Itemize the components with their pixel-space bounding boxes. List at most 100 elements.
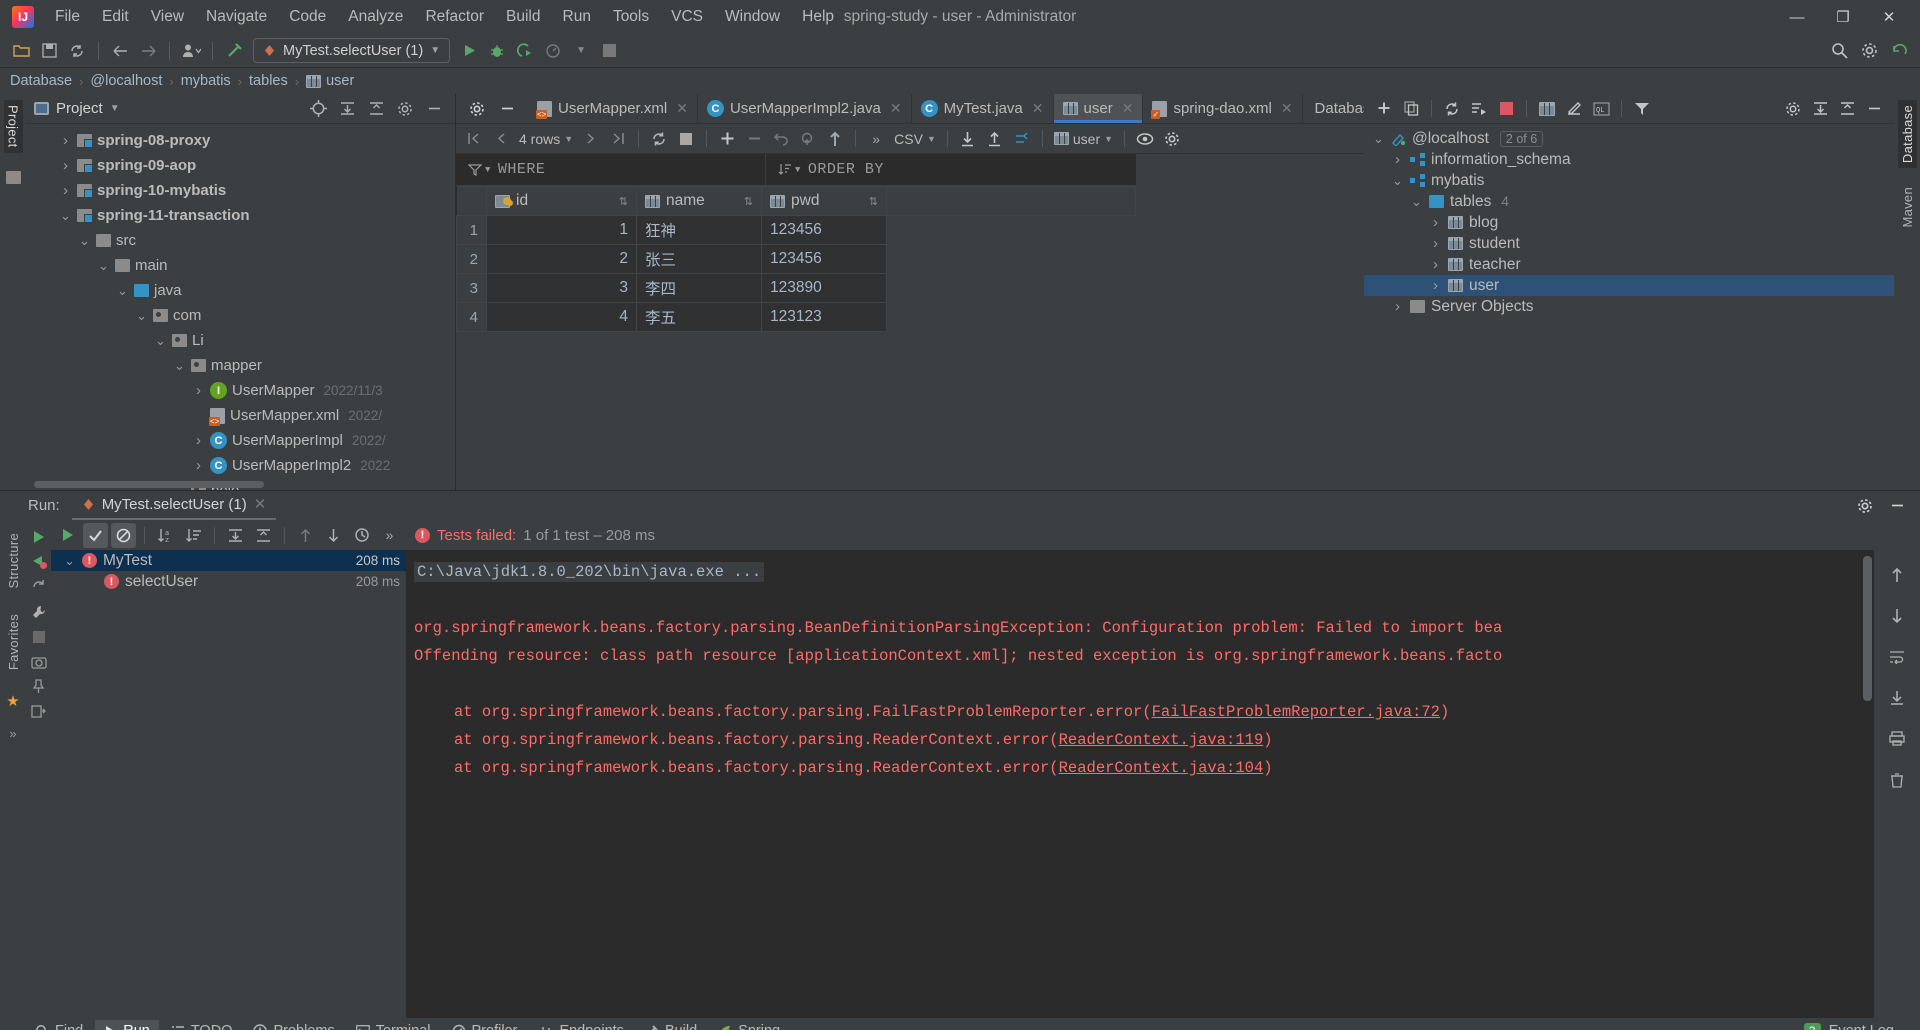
- data-table[interactable]: id ⇅ name ⇅ pwd ⇅ 1 1 狂神 123456 2 2 张三 1…: [456, 186, 1136, 332]
- pin-icon[interactable]: [26, 674, 51, 699]
- more-chevrons-icon[interactable]: »: [864, 127, 888, 151]
- chevron-right-icon[interactable]: ›: [59, 132, 72, 149]
- menu-tools[interactable]: Tools: [602, 4, 660, 30]
- run-tab[interactable]: MyTest.selectUser (1) ✕: [71, 491, 277, 520]
- minimize-icon[interactable]: [494, 96, 520, 122]
- editor-tab[interactable]: UserMapper.xml ✕: [528, 94, 698, 123]
- ql-console-icon[interactable]: QL: [1589, 97, 1613, 121]
- history-icon[interactable]: [349, 523, 374, 548]
- gear-icon[interactable]: [1852, 493, 1878, 519]
- close-icon[interactable]: ✕: [890, 100, 902, 117]
- chevron-down-icon[interactable]: ⌄: [135, 308, 148, 324]
- chevron-down-icon[interactable]: ⌄: [173, 358, 186, 374]
- cell-id[interactable]: 1: [486, 215, 637, 245]
- menu-file[interactable]: File: [44, 4, 91, 30]
- editor-tab[interactable]: spring-dao.xml ✕: [1143, 94, 1303, 123]
- chevron-right-icon[interactable]: ›: [1429, 277, 1442, 294]
- tree-item[interactable]: › spring-09-aop: [26, 153, 455, 178]
- cell-pwd[interactable]: 123123: [761, 302, 887, 332]
- maximize-button[interactable]: ❐: [1820, 0, 1866, 34]
- open-folder-icon[interactable]: [8, 38, 34, 64]
- stop-red-icon[interactable]: [1494, 97, 1518, 121]
- db-tree-item[interactable]: › blog: [1364, 212, 1894, 233]
- sidebar-item-favorites[interactable]: Favorites: [4, 609, 23, 675]
- expand-all-icon[interactable]: [1808, 97, 1832, 121]
- minimize-icon[interactable]: [1884, 493, 1910, 519]
- tree-item[interactable]: ⌄ spring-11-transaction: [26, 203, 455, 228]
- refresh-icon[interactable]: [1440, 97, 1464, 121]
- toolwindow-terminal[interactable]: Terminal: [347, 1020, 440, 1030]
- copy-icon[interactable]: [1399, 97, 1423, 121]
- chevron-down-icon[interactable]: ⌄: [78, 233, 91, 249]
- toolwindow-problems[interactable]: Problems: [244, 1020, 343, 1030]
- revert-icon[interactable]: [769, 127, 793, 151]
- chevron-down-icon[interactable]: ⌄: [116, 283, 129, 299]
- sort-by-duration-icon[interactable]: [181, 523, 206, 548]
- toolwindow-run[interactable]: Run: [95, 1020, 159, 1030]
- tree-item[interactable]: › C UserMapperImpl2 2022: [26, 453, 455, 478]
- breadcrumb-mybatis[interactable]: mybatis: [181, 73, 231, 89]
- profiler-icon[interactable]: [540, 38, 566, 64]
- filter-funnel-icon[interactable]: [1630, 97, 1654, 121]
- toolwindow-build[interactable]: Build: [636, 1020, 706, 1030]
- modify-data-icon[interactable]: [1010, 127, 1034, 151]
- rerun-icon[interactable]: [26, 574, 51, 599]
- table-row[interactable]: 3 3 李四 123890: [456, 273, 1136, 303]
- scroll-down-icon[interactable]: [1885, 603, 1910, 628]
- tree-item[interactable]: › I UserMapper 2022/11/3: [26, 378, 455, 403]
- db-tree-item[interactable]: › user: [1364, 275, 1894, 296]
- save-icon[interactable]: [36, 38, 62, 64]
- last-page-icon[interactable]: [606, 127, 630, 151]
- where-filter[interactable]: ▼ WHERE: [456, 154, 766, 185]
- hide-panel-icon[interactable]: [1862, 97, 1886, 121]
- chevron-right-icon[interactable]: ›: [1429, 256, 1442, 273]
- sort-arrows-icon[interactable]: ⇅: [619, 195, 628, 208]
- chevron-down-icon[interactable]: ▼: [110, 103, 120, 114]
- collapse-all-icon[interactable]: [1835, 97, 1859, 121]
- db-tree-item[interactable]: › teacher: [1364, 254, 1894, 275]
- first-page-icon[interactable]: [462, 127, 486, 151]
- refresh-icon[interactable]: [647, 127, 671, 151]
- db-tree-item[interactable]: › Server Objects: [1364, 296, 1894, 317]
- close-icon[interactable]: ✕: [1032, 100, 1044, 117]
- gear-icon[interactable]: [1160, 127, 1184, 151]
- column-header-pwd[interactable]: pwd ⇅: [761, 186, 887, 216]
- breadcrumb-localhost[interactable]: @localhost: [90, 73, 162, 89]
- chevron-right-icon[interactable]: ›: [1429, 235, 1442, 252]
- table-row[interactable]: 1 1 狂神 123456: [456, 215, 1136, 245]
- search-icon[interactable]: [1826, 38, 1852, 64]
- chevron-right-icon[interactable]: ›: [1429, 214, 1442, 231]
- more-chevrons-icon[interactable]: »: [377, 523, 402, 548]
- expand-all-icon[interactable]: [223, 523, 248, 548]
- order-by-filter[interactable]: ▼ ORDER BY: [766, 154, 896, 185]
- menu-edit[interactable]: Edit: [91, 4, 140, 30]
- sidebar-item-maven[interactable]: Maven: [1898, 182, 1917, 233]
- menu-build[interactable]: Build: [495, 4, 551, 30]
- cell-pwd[interactable]: 123456: [761, 244, 887, 274]
- database-tree[interactable]: ⌄ @localhost 2 of 6 › information_schema ⌄ myb…: [1364, 124, 1894, 490]
- revert-selected-icon[interactable]: [796, 127, 820, 151]
- cell-pwd[interactable]: 123890: [761, 273, 887, 303]
- prev-failed-icon[interactable]: [293, 523, 318, 548]
- stack-trace-link[interactable]: FailFastProblemReporter.java:72: [1152, 703, 1440, 721]
- export-icon[interactable]: [26, 699, 51, 724]
- tree-item[interactable]: UserMapper.xml 2022/: [26, 403, 455, 428]
- remove-row-icon[interactable]: [742, 127, 766, 151]
- chevron-down-icon[interactable]: ⌄: [1391, 173, 1404, 189]
- chevron-right-icon[interactable]: ›: [192, 432, 205, 449]
- test-tree-item[interactable]: ! selectUser 208 ms: [51, 571, 406, 592]
- chevron-down-icon[interactable]: ⌄: [63, 553, 76, 569]
- breadcrumb-database[interactable]: Database: [10, 73, 72, 89]
- chevron-down-icon[interactable]: ▼: [568, 38, 594, 64]
- expand-all-icon[interactable]: [334, 96, 360, 122]
- next-page-icon[interactable]: [579, 127, 603, 151]
- editor-tab[interactable]: user ✕: [1053, 94, 1144, 123]
- forward-arrow-icon[interactable]: [135, 38, 161, 64]
- prev-page-icon[interactable]: [489, 127, 513, 151]
- update-icon[interactable]: [1886, 38, 1912, 64]
- rerun-icon[interactable]: [55, 523, 80, 548]
- more-chevrons-icon[interactable]: »: [9, 726, 16, 741]
- tree-item[interactable]: ⌄ src: [26, 228, 455, 253]
- sort-arrows-icon[interactable]: ⇅: [744, 195, 753, 208]
- toolwindow-find[interactable]: Find: [26, 1020, 92, 1030]
